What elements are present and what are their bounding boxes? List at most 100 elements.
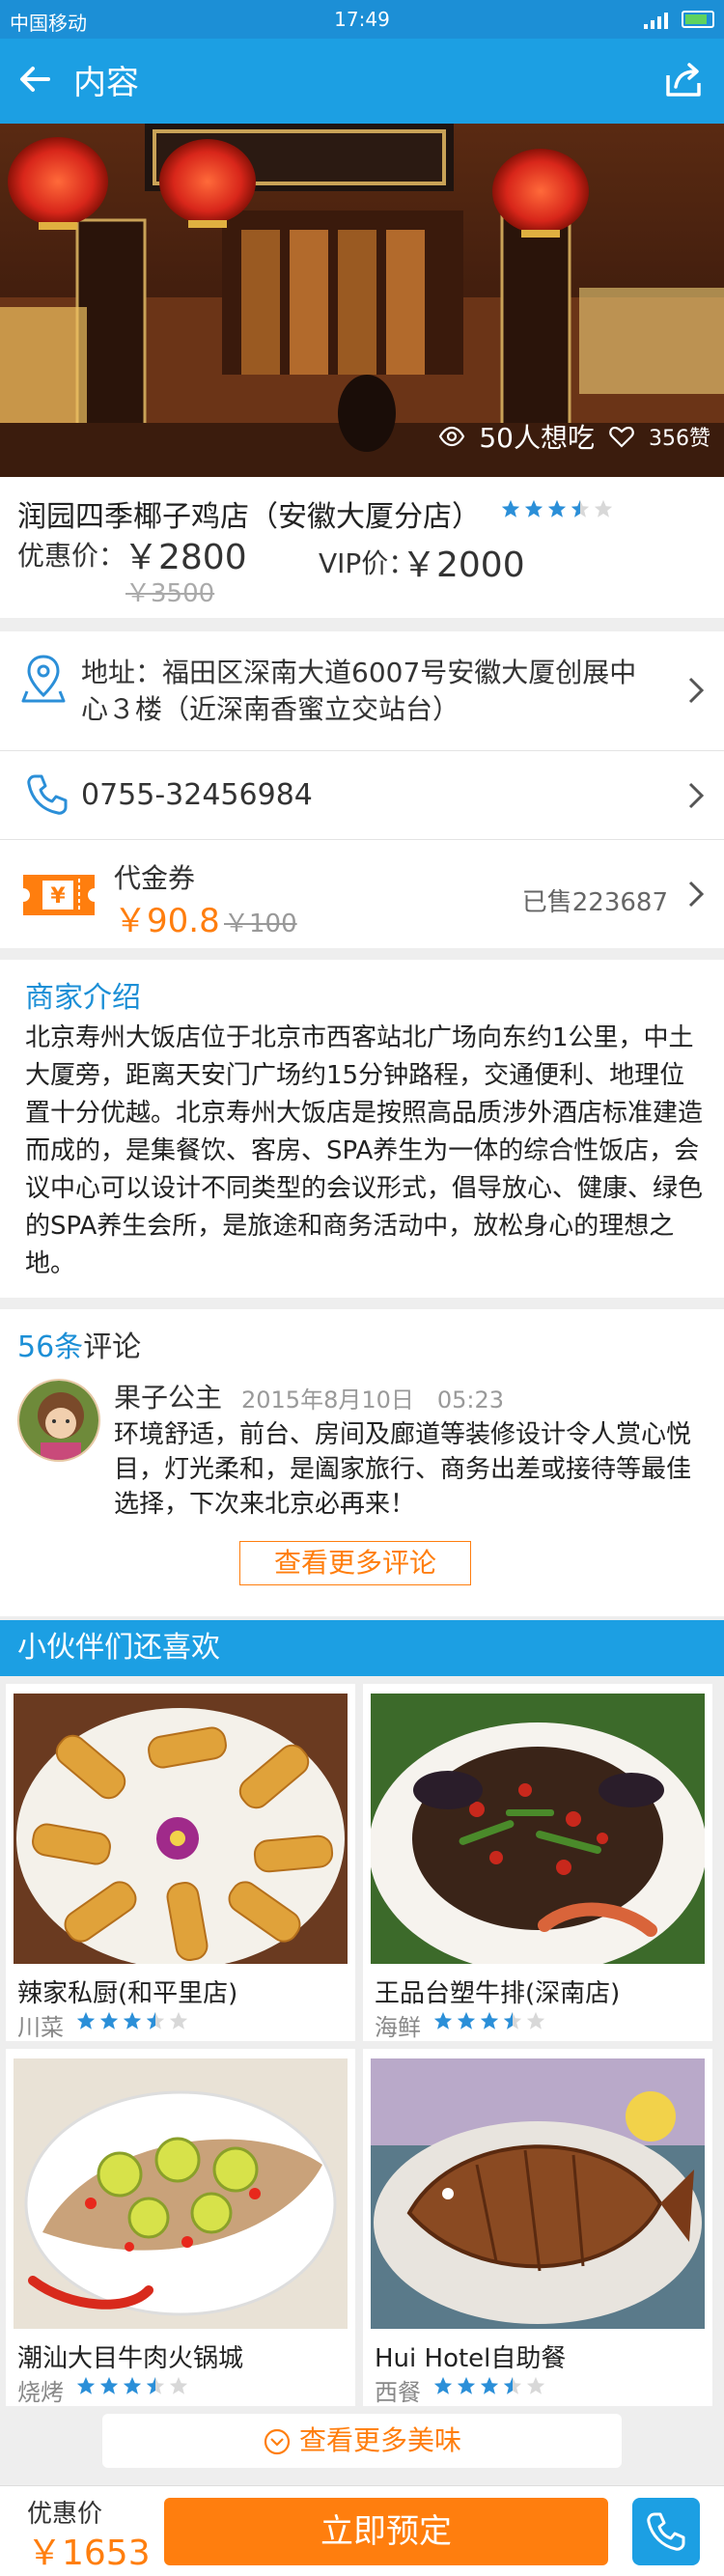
recommend-card[interactable]: 辣家私厨(和平里店) 川菜 [6,1684,355,2041]
signal-icon [644,10,668,29]
coupon-price: ￥90.8 [114,902,220,940]
status-bar: 中国移动 17:49 [0,0,724,39]
shop-name: 润园四季椰子鸡店（安徽大厦分店） [17,500,481,534]
want-to-eat-count: 50人想吃 [479,422,595,454]
svg-text:¥: ¥ [50,884,66,909]
intro-text: 北京寿州大饭店位于北京市西客站北广场向东约1公里，中土大厦旁，距离天安门广场约1… [25,1023,704,1278]
nav-bar: 内容 [0,39,724,124]
call-button[interactable] [632,2498,700,2565]
reviews-heading: 56条评论 [17,1323,141,1365]
recommend-category: 西餐 [375,2379,421,2406]
more-reviews-button[interactable]: 查看更多评论 [239,1541,471,1585]
recommend-rating-stars [432,2010,546,2031]
more-food-label: 查看更多美味 [298,2424,461,2456]
chevron-down-circle-icon [264,2428,291,2455]
shop-rating-stars [500,498,614,519]
recommend-name: 辣家私厨(和平里店) [17,1979,238,2008]
phone-number: 0755-32456984 [81,778,313,812]
star-half-icon [146,2011,165,2030]
battery-icon [682,11,714,28]
star-full-icon [99,2376,119,2394]
star-empty-icon [526,2376,545,2394]
coupon-row[interactable]: ¥ 代金券 ￥90.8 ￥100 已售223687 [0,840,724,948]
address-text: 地址：福田区深南大道6007号安徽大厦创展中心３楼（近深南香蜜立交站台） [81,657,637,725]
steamed-fish-image [14,2058,348,2329]
book-now-button[interactable]: 立即预定 [164,2498,608,2565]
chevron-right-icon [688,881,705,908]
star-full-icon [457,2376,476,2394]
grilled-fish-image [371,2058,705,2329]
recommend-category: 烧烤 [17,2379,64,2406]
review-date: 2015年8月10日 05:23 [241,1386,505,1414]
recommend-category: 海鲜 [375,2014,421,2041]
more-food-button[interactable]: 查看更多美味 [102,2414,622,2468]
reviews-count: 56条 [17,1330,84,1364]
chevron-right-icon [688,677,705,704]
shop-info: 地址：福田区深南大道6007号安徽大厦创展中心３楼（近深南香蜜立交站台） 075… [0,631,724,948]
discount-price: ￥2800 [124,538,247,577]
phone-row[interactable]: 0755-32456984 [0,751,724,840]
discount-price-label: 优惠价： [17,540,126,572]
address-row[interactable]: 地址：福田区深南大道6007号安徽大厦创展中心３楼（近深南香蜜立交站台） [0,631,724,751]
fried-rolls-image [14,1694,348,1964]
eye-icon [439,426,465,447]
hero-stats: 50人想吃 356赞 [438,417,710,456]
star-empty-icon [169,2011,188,2030]
recommend-name: Hui Hotel自助餐 [375,2344,567,2373]
coupon-icon: ¥ [23,875,95,915]
chevron-right-icon [688,782,705,809]
intro-heading: 商家介绍 [25,981,141,1015]
share-icon[interactable] [662,60,705,98]
seafood-dish-image [371,1694,705,1964]
star-full-icon [433,2376,453,2394]
star-full-icon [480,2011,499,2030]
star-full-icon [99,2011,119,2030]
location-pin-icon [21,655,66,703]
back-arrow-icon[interactable] [14,58,56,100]
recommend-rating-stars [432,2375,546,2396]
coupon-sold-count: 已售223687 [521,888,668,917]
page-title: 内容 [73,64,139,102]
status-time: 17:49 [334,8,390,31]
dish-photo [371,1694,705,1964]
vip-price: ￥2000 [402,546,525,585]
recommend-card[interactable]: 潮汕大目牛肉火锅城 烧烤 [6,2049,355,2406]
review-comment: 环境舒适，前台、房间及廊道等装修设计令人赏心悦目，灯光柔和，是阖家旅行、商务出差… [114,1420,692,1519]
bottom-price: ￥1653 [27,2534,151,2573]
user-avatar-image [19,1381,98,1460]
recommend-name: 王品台塑牛排(深南店) [375,1979,621,2008]
dish-photo [371,2058,705,2329]
review-user-name: 果子公主 [114,1382,223,1414]
star-full-icon [433,2011,453,2030]
star-half-icon [571,499,590,518]
star-full-icon [76,2011,96,2030]
avatar[interactable] [17,1379,100,1462]
original-price: ￥3500 [125,579,215,608]
star-empty-icon [526,2011,545,2030]
star-empty-icon [594,499,613,518]
star-empty-icon [169,2376,188,2394]
recommend-category: 川菜 [17,2014,64,2041]
recommend-card[interactable]: Hui Hotel自助餐 西餐 [363,2049,712,2406]
star-full-icon [524,499,543,518]
dish-photo [14,2058,348,2329]
star-full-icon [480,2376,499,2394]
star-full-icon [123,2011,142,2030]
recommend-rating-stars [75,2375,189,2396]
phone-icon [27,774,68,815]
star-full-icon [547,499,567,518]
merchant-intro: 商家介绍 北京寿州大饭店位于北京市西客站北广场向东约1公里，中土大厦旁，距离天安… [0,960,724,1298]
heart-icon[interactable] [608,423,635,450]
restaurant-photo: 50人想吃 356赞 [0,124,724,477]
phone-icon [647,2512,685,2551]
star-half-icon [503,2011,522,2030]
star-half-icon [146,2376,165,2394]
star-full-icon [76,2376,96,2394]
star-full-icon [123,2376,142,2394]
recommend-rating-stars [75,2010,189,2031]
recommend-card[interactable]: 王品台塑牛排(深南店) 海鲜 [363,1684,712,2041]
shop-summary: 润园四季椰子鸡店（安徽大厦分店） 优惠价： ￥2800 ￥3500 VIP价： … [0,477,724,618]
bottom-bar: 优惠价 ￥1653 立即预定 [0,2485,724,2576]
dish-photo [14,1694,348,1964]
recommend-name: 潮汕大目牛肉火锅城 [17,2344,244,2373]
